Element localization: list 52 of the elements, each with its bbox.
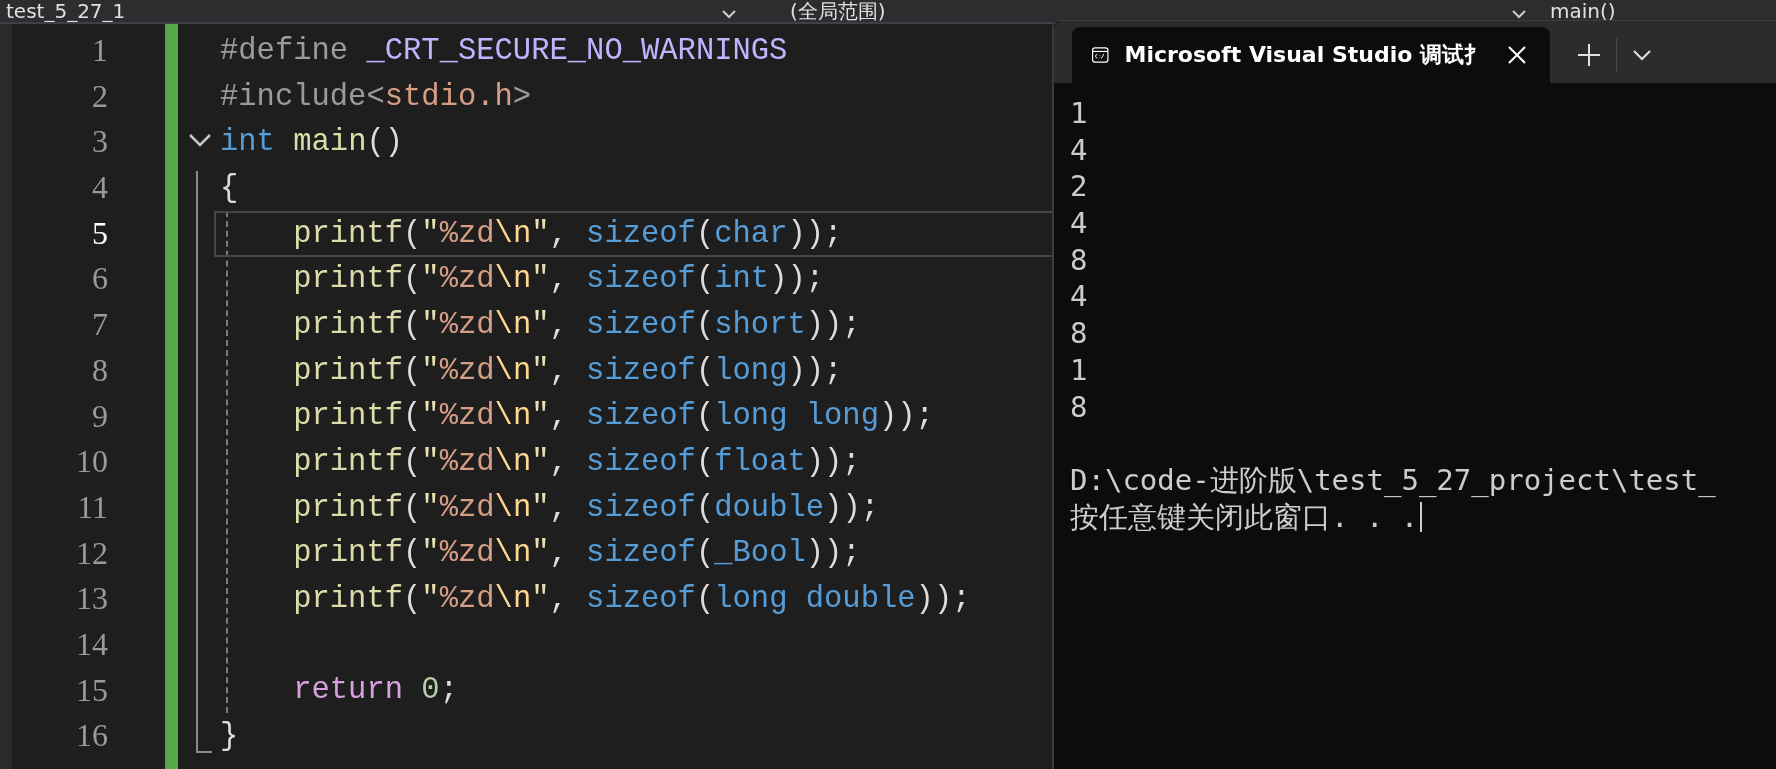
output-line: D:\code-进阶版\test_5_27_project\test_ (1070, 461, 1716, 499)
line-number: 14 (76, 624, 108, 664)
output-line: 1 (1070, 351, 1088, 389)
line-number: 6 (92, 259, 108, 299)
output-line: 1 (1070, 95, 1088, 132)
code-line: printf("%zd\n", sizeof(double)); (292, 489, 880, 527)
scrollbar[interactable] (0, 24, 12, 769)
text-cursor (1420, 501, 1423, 532)
output-line: 8 (1070, 388, 1088, 426)
code-line: #include<stdio.h> (219, 78, 533, 116)
chevron-icon (722, 9, 736, 19)
line-number: 9 (92, 396, 108, 436)
code-line: printf("%zd\n", sizeof(long double)); (292, 581, 972, 619)
code-line: return 0; (292, 672, 459, 710)
line-number: 12 (76, 533, 108, 573)
code-line: printf("%zd\n", sizeof(int)); (292, 261, 826, 299)
line-number: 11 (77, 487, 108, 527)
code-line: printf("%zd\n", sizeof(_Bool)); (292, 535, 862, 573)
output-line: 按任意键关闭此窗口. . . (1070, 498, 1419, 536)
tab-title: Microsoft Visual Studio 调试扌 (1124, 41, 1486, 69)
fold-chevron-icon[interactable] (188, 133, 212, 148)
line-number: 10 (76, 442, 108, 482)
line-number: 2 (92, 76, 108, 116)
member-dropdown[interactable]: main() (1550, 0, 1616, 22)
code-line: int main() (219, 124, 405, 162)
line-number: 13 (76, 579, 108, 619)
code-line: #define _CRT_SECURE_NO_WARNINGS (219, 32, 789, 70)
line-number: 4 (92, 168, 108, 208)
project-dropdown[interactable]: test_5_27_1 (6, 0, 126, 22)
code-line: { (219, 169, 240, 207)
output-line: 4 (1070, 131, 1088, 169)
line-number: 16 (76, 716, 108, 756)
code-line: } (219, 718, 240, 756)
line-number: 7 (92, 305, 108, 345)
code-line: printf("%zd\n", sizeof(long)); (292, 352, 844, 390)
plus-icon (1578, 44, 1600, 66)
line-number: 3 (92, 122, 108, 162)
close-icon (1508, 46, 1526, 64)
output-line: 8 (1070, 315, 1088, 352)
console-tab[interactable]: Microsoft Visual Studio 调试扌 (1072, 27, 1550, 83)
code-line: printf("%zd\n", sizeof(long long)); (292, 398, 935, 436)
line-number: 15 (76, 670, 108, 710)
code-line: printf("%zd\n", sizeof(short)); (292, 306, 862, 344)
code-line: printf("%zd\n", sizeof(float)); (292, 444, 862, 482)
chevron-icon (1633, 49, 1651, 61)
output-line: 2 (1070, 168, 1088, 206)
chevron-icon (1512, 9, 1526, 19)
line-number: 1 (92, 31, 108, 70)
line-number: 8 (92, 350, 108, 390)
line-number: 5 (92, 213, 108, 253)
output-line: 4 (1070, 278, 1088, 316)
scope-dropdown[interactable]: (全局范围) (790, 0, 886, 22)
